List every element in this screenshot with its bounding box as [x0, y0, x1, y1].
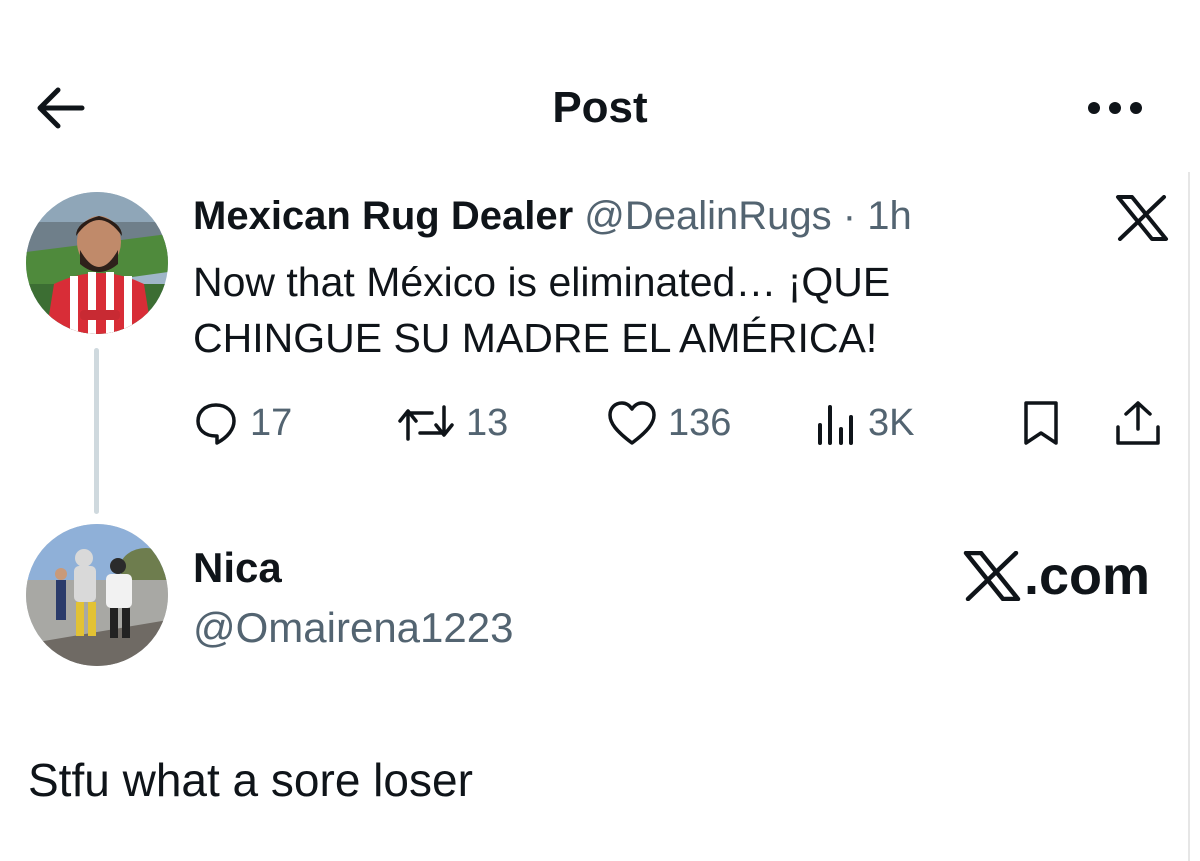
reply-button[interactable]: 17	[192, 395, 292, 451]
reply-icon	[196, 403, 236, 445]
author-name[interactable]: Mexican Rug Dealer	[193, 194, 573, 238]
avatar[interactable]	[26, 524, 168, 666]
panel-divider	[1188, 172, 1190, 861]
page-title: Post	[552, 83, 648, 132]
x-logo-icon	[1114, 195, 1170, 241]
reply-count: 17	[250, 401, 293, 444]
views-count: 3K	[868, 401, 915, 444]
tweet-text: Now that México is eliminated… ¡QUE CHIN…	[193, 259, 891, 361]
retweet-button[interactable]: 13	[396, 395, 508, 451]
watermark-text: .com	[1024, 546, 1151, 606]
more-horizontal-icon	[1088, 102, 1142, 114]
avatar[interactable]	[26, 192, 168, 334]
bookmark-button[interactable]	[1018, 395, 1064, 451]
share-button[interactable]	[1112, 395, 1164, 451]
views-button[interactable]: 3K	[814, 395, 914, 451]
more-options-button[interactable]	[1080, 84, 1150, 134]
thread-connector	[94, 348, 99, 514]
retweet-count: 13	[466, 401, 509, 444]
analytics-icon	[818, 405, 853, 445]
tweet-header: Mexican Rug Dealer @DealinRugs · 1h	[193, 190, 912, 242]
like-button[interactable]: 136	[606, 395, 731, 451]
watermark: .com	[962, 546, 1150, 606]
reply-author-handle[interactable]: @Omairena1223	[193, 600, 513, 656]
retweet-icon	[398, 405, 454, 441]
x-logo-icon	[963, 551, 1021, 601]
reply-author-name[interactable]: Nica	[193, 542, 282, 594]
tweet-time[interactable]: · 1h	[843, 194, 912, 238]
heart-icon	[608, 401, 656, 445]
reply-text: Stfu what a sore loser	[28, 754, 473, 806]
author-handle[interactable]: @DealinRugs	[584, 194, 831, 238]
like-count: 136	[668, 401, 732, 444]
share-icon	[1116, 401, 1160, 445]
bookmark-icon	[1024, 401, 1058, 445]
